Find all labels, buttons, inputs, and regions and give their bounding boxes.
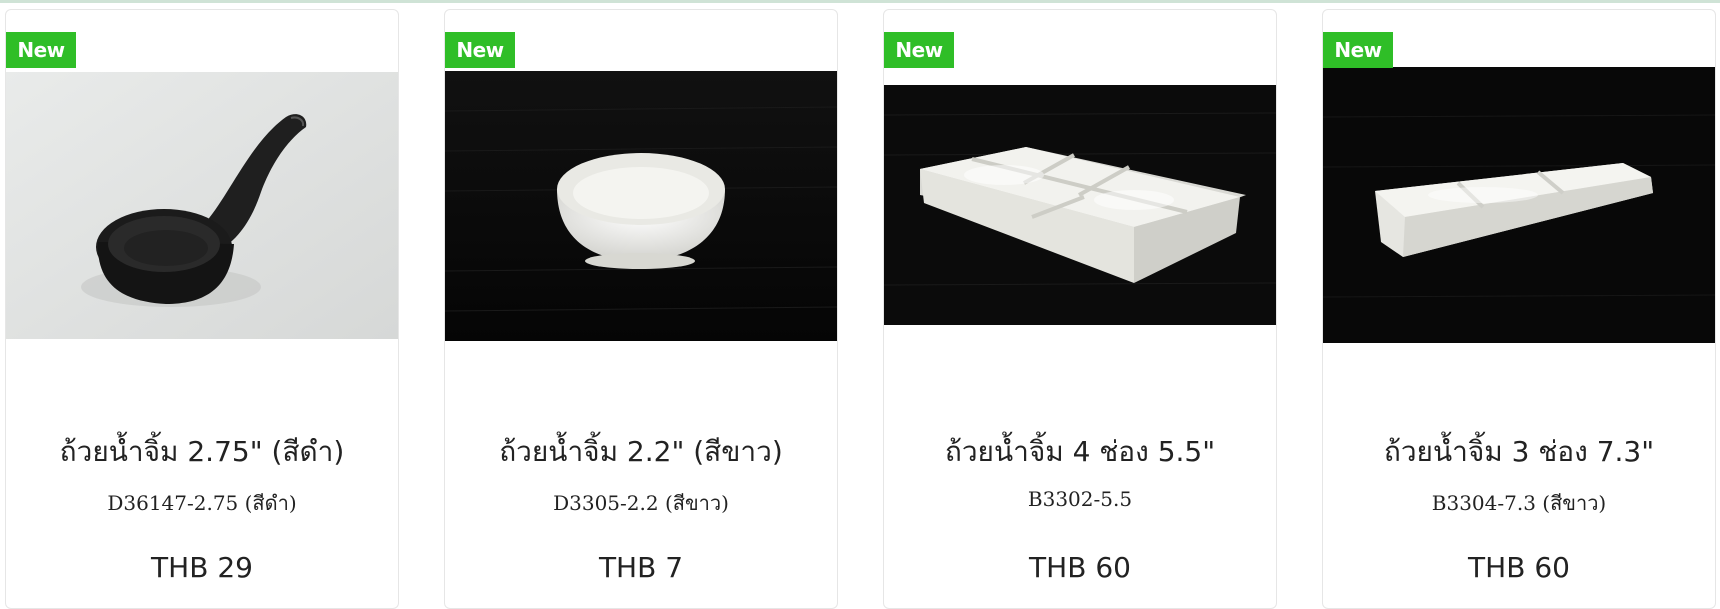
new-badge: New: [445, 32, 515, 68]
product-sku: D3305-2.2 (สีขาว): [553, 491, 729, 515]
white-sauce-bowl-photo: [445, 71, 837, 341]
product-price: THB 60: [1468, 551, 1570, 584]
black-sauce-spoon-cup-photo: [6, 72, 398, 339]
product-card[interactable]: New ถ้วยน้ำจิ้ม 2.75" (สีดำ) D36147-2.75…: [5, 9, 399, 609]
product-card[interactable]: New ถ้วยน้ำจิ้ม 2.2" (สีขาว) D3305-2.2 (…: [444, 9, 838, 609]
product-name[interactable]: ถ้วยน้ำจิ้ม 4 ช่อง 5.5": [884, 430, 1276, 474]
product-price: THB 29: [151, 551, 253, 584]
product-image[interactable]: [884, 85, 1276, 325]
product-image[interactable]: [445, 71, 837, 341]
white-4-compartment-dish-photo: [884, 85, 1276, 325]
white-3-compartment-dish-photo: [1323, 67, 1715, 343]
product-name[interactable]: ถ้วยน้ำจิ้ม 3 ช่อง 7.3": [1323, 430, 1715, 474]
product-card[interactable]: New ถ้วยน้ำจิ้ม 3 ช่อง 7.3" B3304-7.3 (ส…: [1322, 9, 1716, 609]
product-sku: B3302-5.5: [1027, 487, 1133, 511]
product-price: THB 60: [1029, 551, 1131, 584]
new-badge: New: [1323, 32, 1393, 68]
new-badge: New: [884, 32, 954, 68]
product-sku: B3304-7.3 (สีขาว): [1431, 491, 1607, 515]
product-price: THB 7: [598, 551, 684, 584]
product-image[interactable]: [6, 72, 398, 339]
product-image[interactable]: [1323, 67, 1715, 343]
product-card[interactable]: New ถ้วยน้ำจิ้ม 4 ช่อง 5.5" B3302-5.5 TH…: [883, 9, 1277, 609]
product-name[interactable]: ถ้วยน้ำจิ้ม 2.75" (สีดำ): [6, 430, 398, 474]
product-sku: D36147-2.75 (สีดำ): [107, 491, 297, 515]
new-badge: New: [6, 32, 76, 68]
product-grid: New ถ้วยน้ำจิ้ม 2.75" (สีดำ) D36147-2.75…: [0, 0, 1720, 609]
product-name[interactable]: ถ้วยน้ำจิ้ม 2.2" (สีขาว): [445, 430, 837, 474]
